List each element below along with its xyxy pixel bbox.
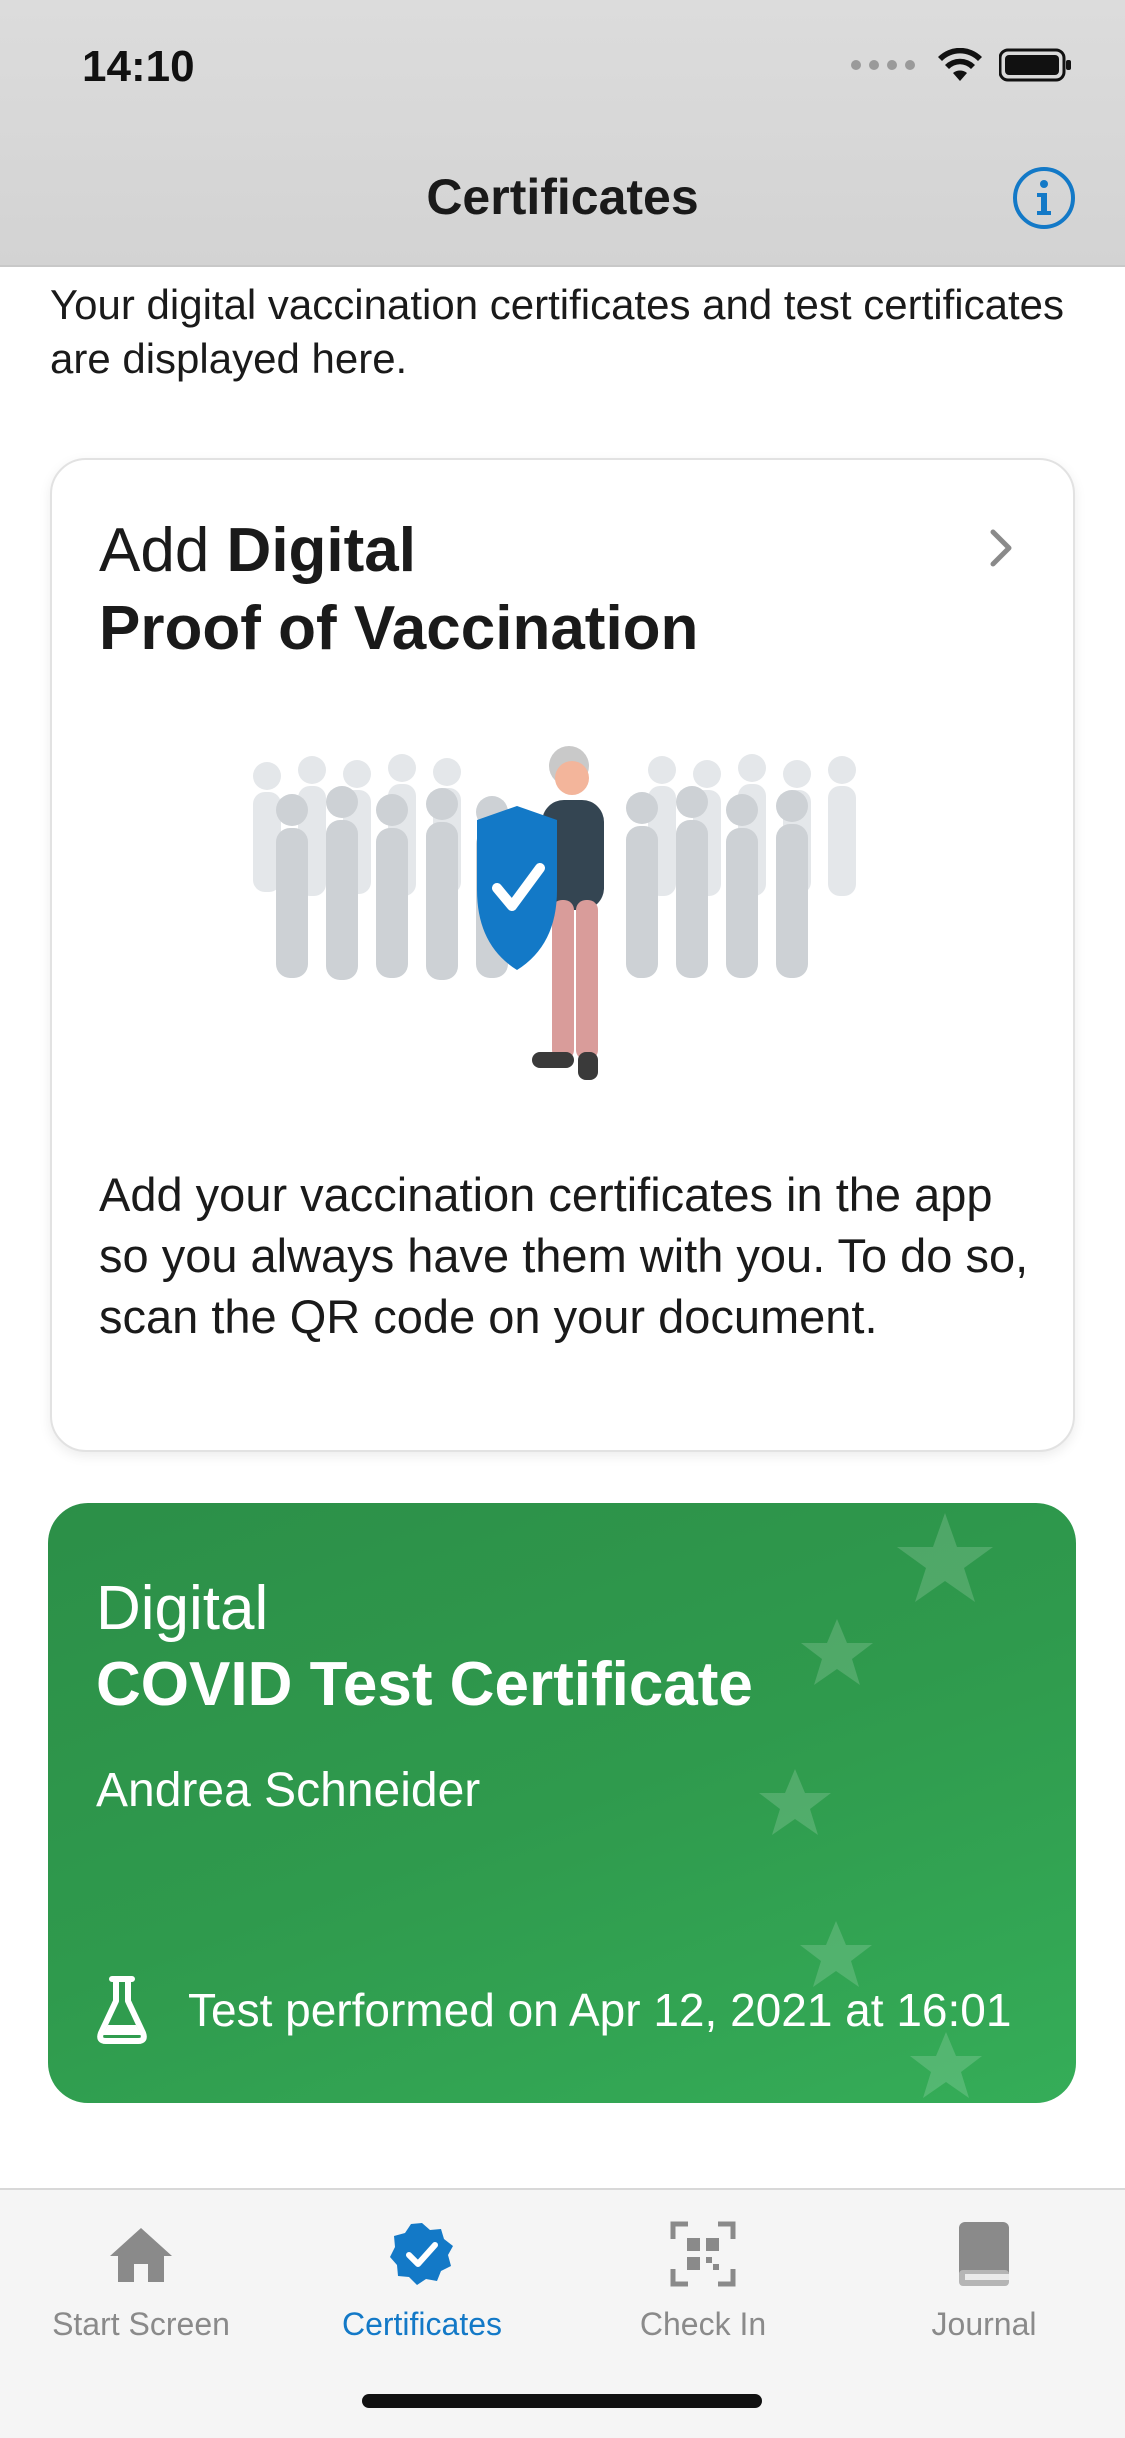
wifi-icon xyxy=(938,48,982,81)
test-card-title: COVID Test Certificate xyxy=(96,1650,753,1719)
title-light: Add xyxy=(99,516,227,585)
cellular-signal-icon xyxy=(851,60,915,70)
qr-scan-icon xyxy=(670,2221,736,2287)
vaccination-illustration xyxy=(253,746,856,1080)
tab-label-certificates: Certificates xyxy=(341,2306,503,2342)
title-bold-2: Proof of Vaccination xyxy=(99,594,699,663)
flask-icon xyxy=(97,1976,147,2044)
certificate-check-icon xyxy=(390,2223,453,2285)
test-certificate-card[interactable]: Digital COVID Test Certificate Andrea Sc… xyxy=(48,1503,1076,2103)
home-icon xyxy=(110,2228,172,2282)
page-title: Certificates xyxy=(426,169,699,225)
test-date-text: Test performed on Apr 12, 2021 at 16:01 xyxy=(188,1984,1012,2036)
tab-journal[interactable]: Journal xyxy=(844,2214,1124,2343)
chevron-right-icon xyxy=(990,529,1012,567)
tab-start-screen[interactable]: Start Screen xyxy=(1,2214,281,2343)
tab-label-start-screen: Start Screen xyxy=(52,2306,230,2342)
title-bold-1: Digital xyxy=(226,516,416,585)
intro-text: Your digital vaccination certificates an… xyxy=(50,281,1064,382)
tab-certificates[interactable]: Certificates xyxy=(282,2214,562,2343)
tab-check-in[interactable]: Check In xyxy=(563,2214,843,2343)
info-icon[interactable] xyxy=(1013,167,1075,229)
test-card-label: Digital xyxy=(96,1574,269,1643)
home-indicator[interactable] xyxy=(362,2394,762,2408)
add-vaccination-card[interactable]: Add Digital Proof of Vaccination Add you… xyxy=(50,458,1075,1452)
status-icons xyxy=(851,48,1073,82)
status-time: 14:10 xyxy=(82,42,195,91)
tab-label-journal: Journal xyxy=(931,2306,1037,2342)
top-bar: 14:10 Certificates xyxy=(0,0,1125,267)
tab-label-check-in: Check In xyxy=(639,2306,767,2342)
vaccination-card-title: Add Digital Proof of Vaccination xyxy=(99,512,698,668)
book-icon xyxy=(959,2222,1009,2286)
battery-icon xyxy=(999,48,1071,82)
test-date-row: Test performed on Apr 12, 2021 at 16:01 xyxy=(96,1975,1011,2045)
certificate-holder-name: Andrea Schneider xyxy=(96,1764,481,1817)
vaccination-card-description: Add your vaccination certificates in the… xyxy=(99,1168,1029,1343)
